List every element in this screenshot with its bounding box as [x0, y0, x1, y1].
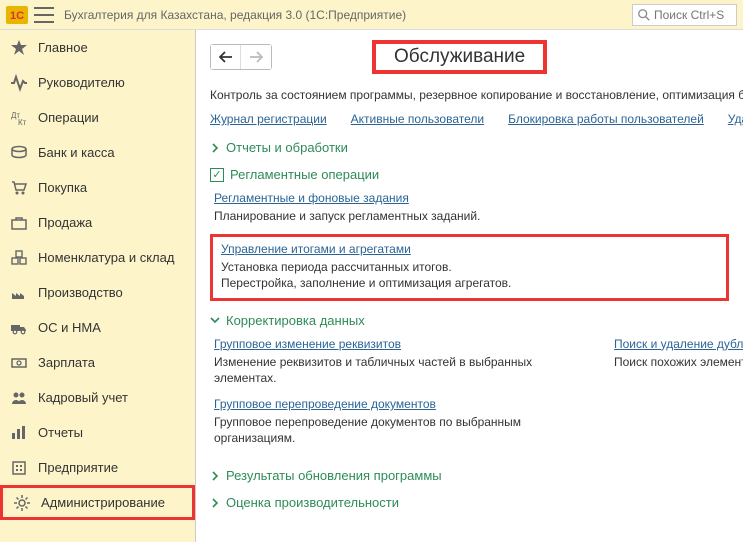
cart-icon — [10, 179, 28, 197]
sidebar-item-label: ОС и НМА — [38, 320, 101, 335]
global-search[interactable] — [632, 4, 737, 26]
section-title: Регламентные операции — [230, 167, 379, 182]
link-group-edit[interactable]: Групповое изменение реквизитов — [214, 337, 401, 351]
section-correction[interactable]: Корректировка данных — [210, 313, 729, 328]
sidebar-item-main[interactable]: Главное — [0, 30, 195, 65]
nav-back-button[interactable] — [211, 45, 241, 69]
sidebar-item-label: Операции — [38, 110, 99, 125]
sidebar-item-production[interactable]: Производство — [0, 275, 195, 310]
desc-scheduled-jobs: Планирование и запуск регламентных задан… — [214, 208, 723, 224]
sidebar-item-label: Отчеты — [38, 425, 83, 440]
svg-text:1С: 1С — [10, 10, 24, 22]
page-title-highlight: Обслуживание — [372, 40, 547, 74]
page-title: Обслуживание — [394, 46, 525, 67]
sidebar-item-label: Предприятие — [38, 460, 118, 475]
section-title: Корректировка данных — [226, 313, 365, 328]
sidebar-item-salary[interactable]: Зарплата — [0, 345, 195, 380]
sidebar: Главное Руководителю ДтКт Операции Банк … — [0, 30, 196, 542]
people-icon — [10, 389, 28, 407]
truck-icon — [10, 319, 28, 337]
chart-icon — [10, 424, 28, 442]
sidebar-item-label: Покупка — [38, 180, 87, 195]
search-input[interactable] — [654, 8, 724, 22]
section-performance[interactable]: Оценка производительности — [210, 495, 729, 510]
section-update-results[interactable]: Результаты обновления программы — [210, 468, 729, 483]
section-title: Отчеты и обработки — [226, 140, 348, 155]
tab-journal[interactable]: Журнал регистрации — [210, 112, 327, 126]
tab-active-users[interactable]: Активные пользователи — [351, 112, 484, 126]
content-area: Обслуживание Контроль за состоянием прог… — [196, 30, 743, 542]
star-icon — [10, 39, 28, 57]
money-icon — [10, 354, 28, 372]
desc-totals-2: Перестройка, заполнение и оптимизация аг… — [221, 275, 718, 291]
sidebar-item-assets[interactable]: ОС и НМА — [0, 310, 195, 345]
sidebar-item-bank[interactable]: Банк и касса — [0, 135, 195, 170]
menu-icon[interactable] — [34, 7, 54, 23]
arrow-right-icon — [249, 51, 263, 63]
tab-delete-marked[interactable]: Удаление помече — [728, 112, 743, 126]
section-scheduled[interactable]: ✓ Регламентные операции — [210, 167, 729, 182]
chevron-down-icon — [210, 315, 220, 325]
sidebar-item-hr[interactable]: Кадровый учет — [0, 380, 195, 415]
nav-forward-button[interactable] — [241, 45, 271, 69]
tab-links: Журнал регистрации Активные пользователи… — [210, 112, 729, 126]
highlighted-block: Управление итогами и агрегатами Установк… — [210, 234, 729, 300]
sidebar-item-label: Зарплата — [38, 355, 95, 370]
sidebar-item-label: Кадровый учет — [38, 390, 128, 405]
sidebar-item-manager[interactable]: Руководителю — [0, 65, 195, 100]
section-reports[interactable]: Отчеты и обработки — [210, 140, 729, 155]
sidebar-item-label: Банк и касса — [38, 145, 115, 160]
top-bar: 1С Бухгалтерия для Казахстана, редакция … — [0, 0, 743, 30]
sidebar-item-purchase[interactable]: Покупка — [0, 170, 195, 205]
search-icon — [637, 8, 651, 22]
sidebar-item-operations[interactable]: ДтКт Операции — [0, 100, 195, 135]
sidebar-item-label: Руководителю — [38, 75, 125, 90]
gear-icon — [13, 494, 31, 512]
tab-block-users[interactable]: Блокировка работы пользователей — [508, 112, 704, 126]
nav-buttons — [210, 44, 272, 70]
chevron-right-icon — [210, 143, 220, 153]
link-group-repost[interactable]: Групповое перепроведение документов — [214, 397, 436, 411]
section-title: Результаты обновления программы — [226, 468, 442, 483]
pulse-icon — [10, 74, 28, 92]
sidebar-item-label: Производство — [38, 285, 123, 300]
svg-text:Кт: Кт — [18, 118, 27, 127]
link-totals-management[interactable]: Управление итогами и агрегатами — [221, 242, 411, 256]
briefcase-icon — [10, 214, 28, 232]
sidebar-item-label: Главное — [38, 40, 88, 55]
desc-group-repost: Групповое перепроведение документов по в… — [214, 414, 534, 446]
building-icon — [10, 459, 28, 477]
sidebar-item-company[interactable]: Предприятие — [0, 450, 195, 485]
chevron-right-icon — [210, 498, 220, 508]
app-title: Бухгалтерия для Казахстана, редакция 3.0… — [64, 8, 632, 22]
sidebar-item-label: Администрирование — [41, 495, 165, 510]
desc-group-edit: Изменение реквизитов и табличных частей … — [214, 354, 534, 386]
operations-icon: ДтКт — [10, 109, 28, 127]
desc-find-duplicates: Поиск похожих элементов по зад — [614, 354, 743, 370]
chevron-right-icon — [210, 471, 220, 481]
sidebar-item-admin[interactable]: Администрирование — [0, 485, 195, 520]
boxes-icon — [10, 249, 28, 267]
coins-icon — [10, 144, 28, 162]
app-logo: 1С — [6, 6, 28, 24]
desc-totals-1: Установка периода рассчитанных итогов. — [221, 259, 718, 275]
sidebar-item-sale[interactable]: Продажа — [0, 205, 195, 240]
link-scheduled-jobs[interactable]: Регламентные и фоновые задания — [214, 191, 409, 205]
checkbox-icon: ✓ — [210, 168, 224, 182]
section-title: Оценка производительности — [226, 495, 399, 510]
page-description: Контроль за состоянием программы, резерв… — [210, 88, 729, 102]
sidebar-item-stock[interactable]: Номенклатура и склад — [0, 240, 195, 275]
sidebar-item-label: Продажа — [38, 215, 92, 230]
link-find-duplicates[interactable]: Поиск и удаление дублей — [614, 337, 743, 351]
arrow-left-icon — [219, 51, 233, 63]
sidebar-item-reports[interactable]: Отчеты — [0, 415, 195, 450]
sidebar-item-label: Номенклатура и склад — [38, 250, 174, 265]
factory-icon — [10, 284, 28, 302]
